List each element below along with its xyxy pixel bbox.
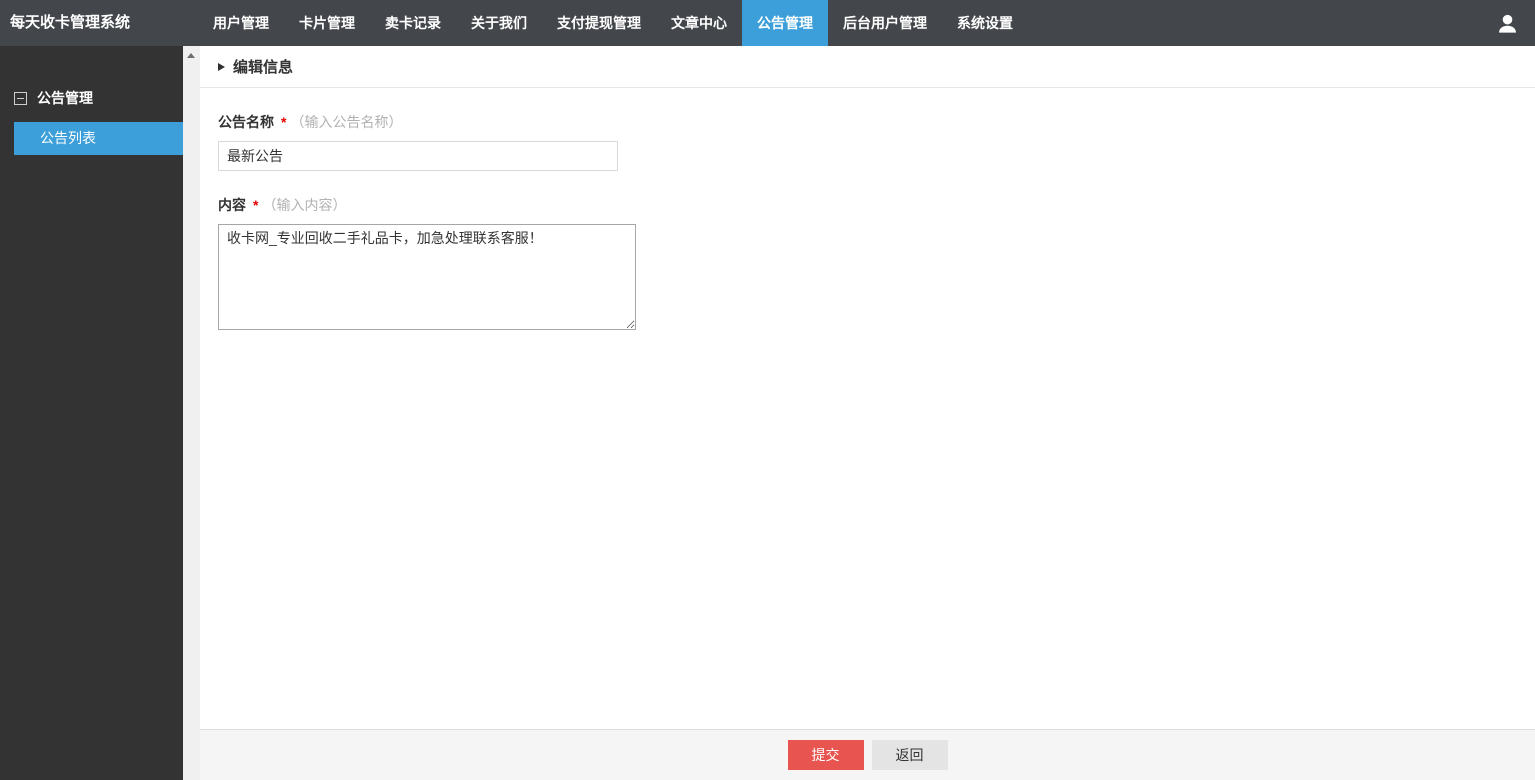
page-title: 编辑信息 (233, 59, 294, 76)
announcement-name-label: 公告名称 (218, 114, 274, 130)
nav-item-about-us[interactable]: 关于我们 (456, 0, 542, 46)
back-button[interactable]: 返回 (871, 740, 948, 770)
caret-right-icon (218, 62, 225, 71)
submit-button[interactable]: 提交 (787, 740, 864, 770)
triangle-up-icon[interactable] (187, 53, 195, 58)
announcement-content-textarea[interactable]: 收卡网_专业回收二手礼品卡，加急处理联系客服！ (218, 224, 636, 330)
main-nav: 用户管理 卡片管理 卖卡记录 关于我们 支付提现管理 文章中心 公告管理 后台用… (198, 0, 1028, 46)
sidebar-scrollbar[interactable] (183, 46, 200, 780)
app-title: 每天收卡管理系统 (10, 14, 131, 31)
edit-form: 公告名称 * （输入公告名称） 内容 * （输入内容） 收卡网_专业回收二手礼品… (200, 88, 1535, 729)
nav-item-article-center[interactable]: 文章中心 (656, 0, 742, 46)
announcement-content-hint: （输入内容） (262, 197, 347, 213)
page-body: 公告管理 公告列表 编辑信息 公告名称 * （输入公告名称） 最新公告 内容 *… (0, 46, 1535, 780)
announcement-name-hint: （输入公告名称） (290, 114, 403, 130)
user-menu-button[interactable] (1480, 0, 1535, 46)
person-icon (1496, 12, 1519, 35)
nav-item-card-management[interactable]: 卡片管理 (284, 0, 370, 46)
required-asterisk: * (253, 197, 259, 213)
nav-item-sell-card-records[interactable]: 卖卡记录 (370, 0, 456, 46)
sidebar: 公告管理 公告列表 (0, 46, 183, 780)
minus-square-icon (14, 91, 27, 105)
topbar: 每天收卡管理系统 用户管理 卡片管理 卖卡记录 关于我们 支付提现管理 文章中心… (0, 0, 1535, 46)
required-asterisk: * (281, 114, 287, 130)
announcement-content-label: 内容 (218, 197, 246, 213)
sidebar-group-announcement-management[interactable]: 公告管理 (14, 88, 183, 108)
section-header: 编辑信息 (200, 46, 1535, 88)
nav-item-system-settings[interactable]: 系统设置 (942, 0, 1028, 46)
sidebar-group-label: 公告管理 (37, 90, 93, 106)
announcement-content-label-row: 内容 * （输入内容） (218, 195, 1517, 215)
nav-item-admin-user-management[interactable]: 后台用户管理 (828, 0, 942, 46)
sidebar-item-announcement-list[interactable]: 公告列表 (14, 122, 183, 155)
main-content: 编辑信息 公告名称 * （输入公告名称） 内容 * （输入内容） 收卡网_专业回… (200, 46, 1535, 780)
nav-item-payment-withdrawal[interactable]: 支付提现管理 (542, 0, 656, 46)
form-footer-bar: 提交 返回 (200, 729, 1535, 780)
nav-item-user-management[interactable]: 用户管理 (198, 0, 284, 46)
announcement-name-label-row: 公告名称 * （输入公告名称） (218, 112, 1517, 132)
announcement-name-field: 公告名称 * （输入公告名称） (218, 112, 1517, 171)
nav-item-announcement-management[interactable]: 公告管理 (742, 0, 828, 46)
announcement-name-input[interactable] (218, 141, 618, 171)
announcement-content-field: 内容 * （输入内容） 收卡网_专业回收二手礼品卡，加急处理联系客服！ (218, 195, 1517, 330)
sidebar-item-label: 公告列表 (40, 130, 96, 146)
